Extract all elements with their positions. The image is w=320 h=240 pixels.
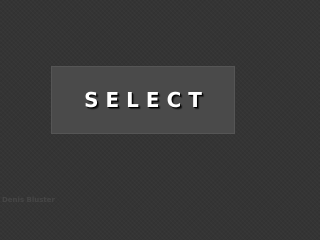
select-button[interactable]: SELECT (51, 66, 235, 134)
select-button-label: SELECT (84, 88, 209, 112)
stage: SELECT Denis Bluster (0, 0, 280, 210)
watermark-signature: Denis Bluster (2, 196, 55, 204)
